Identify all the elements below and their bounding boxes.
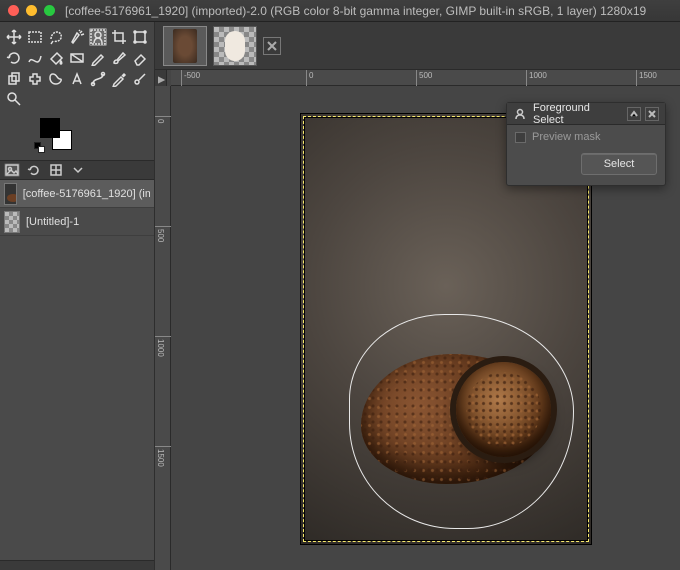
preview-mask-checkbox[interactable]	[515, 132, 526, 143]
foreground-color-swatch[interactable]	[40, 118, 60, 138]
tool-pencil[interactable]	[89, 49, 107, 67]
toolbox-row-extra	[0, 88, 154, 114]
ruler-tick-label: 500	[156, 229, 165, 242]
tool-path[interactable]	[89, 70, 107, 88]
window-controls	[8, 5, 55, 16]
canvas[interactable]: Foreground Select Preview mask Select	[171, 86, 680, 570]
dock-tabstrip	[0, 160, 154, 180]
left-dock: [coffee-5176961_1920] (imported) [Untitl…	[0, 22, 155, 570]
ruler-tick-label: 1000	[529, 71, 547, 80]
ruler-tick-label: 500	[419, 71, 432, 80]
dialog-collapse-button[interactable]	[627, 107, 641, 121]
close-image-button[interactable]	[263, 37, 281, 55]
ruler-tick-label: 1000	[156, 339, 165, 357]
foreground-select-icon	[513, 107, 527, 121]
dialog-title: Foreground Select	[533, 102, 621, 126]
tool-crop[interactable]	[110, 28, 128, 46]
tool-rect-select[interactable]	[26, 28, 44, 46]
tool-unified-transform[interactable]	[131, 28, 149, 46]
ruler-vertical[interactable]: 0 500 1000 1500	[155, 86, 171, 570]
tool-color-picker[interactable]	[110, 70, 128, 88]
titlebar: [coffee-5176961_1920] (imported)-2.0 (RG…	[0, 0, 680, 22]
tool-clone[interactable]	[5, 70, 23, 88]
open-images-bar	[155, 22, 680, 70]
tool-smudge[interactable]	[47, 70, 65, 88]
tool-free-select[interactable]	[47, 28, 65, 46]
ruler-tick-label: 1500	[639, 71, 657, 80]
default-colors-icon[interactable]	[34, 142, 44, 152]
dialog-header[interactable]: Foreground Select	[507, 103, 665, 125]
toolbox	[0, 22, 154, 88]
tool-heal[interactable]	[26, 70, 44, 88]
minimize-window-button[interactable]	[26, 5, 37, 16]
preview-mask-label: Preview mask	[532, 131, 600, 143]
tool-measure[interactable]	[131, 70, 149, 88]
image-thumbnail	[4, 211, 20, 233]
ruler-tick-label: 1500	[156, 449, 165, 467]
ruler-horizontal[interactable]: -500 0 500 1000 1500	[171, 70, 680, 86]
tab-undo-history[interactable]	[26, 163, 42, 177]
image-list-item[interactable]: [Untitled]-1	[0, 208, 154, 236]
tool-bucket-fill[interactable]	[47, 49, 65, 67]
image-list-item[interactable]: [coffee-5176961_1920] (imported)	[0, 180, 154, 208]
tool-rotate[interactable]	[5, 49, 23, 67]
select-button[interactable]: Select	[581, 153, 657, 175]
subject-coffee	[361, 334, 561, 504]
ruler-tick-label: -500	[184, 71, 200, 80]
tab-images[interactable]	[4, 163, 20, 177]
tool-foreground-select[interactable]	[89, 28, 107, 46]
images-list: [coffee-5176961_1920] (imported) [Untitl…	[0, 180, 154, 560]
window-title: [coffee-5176961_1920] (imported)-2.0 (RG…	[65, 4, 646, 18]
preview-mask-row[interactable]: Preview mask	[515, 131, 657, 143]
tool-fuzzy-select[interactable]	[68, 28, 86, 46]
ruler-tick-label: 0	[309, 71, 313, 80]
foreground-select-dialog[interactable]: Foreground Select Preview mask Select	[506, 102, 666, 186]
canvas-area: -500 0 500 1000 1500 0 500 1000 1500 For…	[155, 70, 680, 570]
tool-eraser[interactable]	[131, 49, 149, 67]
image-thumbnail	[4, 183, 17, 205]
ruler-tick-label: 0	[156, 119, 165, 123]
dock-footer	[0, 560, 154, 570]
dialog-body: Preview mask Select	[507, 125, 665, 185]
tool-warp[interactable]	[26, 49, 44, 67]
tab-menu-icon[interactable]	[70, 163, 86, 177]
zoom-window-button[interactable]	[44, 5, 55, 16]
tool-paintbrush[interactable]	[110, 49, 128, 67]
image-list-label: [coffee-5176961_1920] (imported)	[23, 188, 150, 200]
tool-move[interactable]	[5, 28, 23, 46]
open-image-thumb[interactable]	[213, 26, 257, 66]
image-list-label: [Untitled]-1	[26, 216, 79, 228]
close-window-button[interactable]	[8, 5, 19, 16]
tool-text[interactable]	[68, 70, 86, 88]
tool-zoom[interactable]	[5, 90, 23, 108]
dialog-close-button[interactable]	[645, 107, 659, 121]
tool-gradient[interactable]	[68, 49, 86, 67]
color-swatches[interactable]	[40, 118, 80, 154]
open-image-thumb[interactable]	[163, 26, 207, 66]
tab-channels[interactable]	[48, 163, 64, 177]
